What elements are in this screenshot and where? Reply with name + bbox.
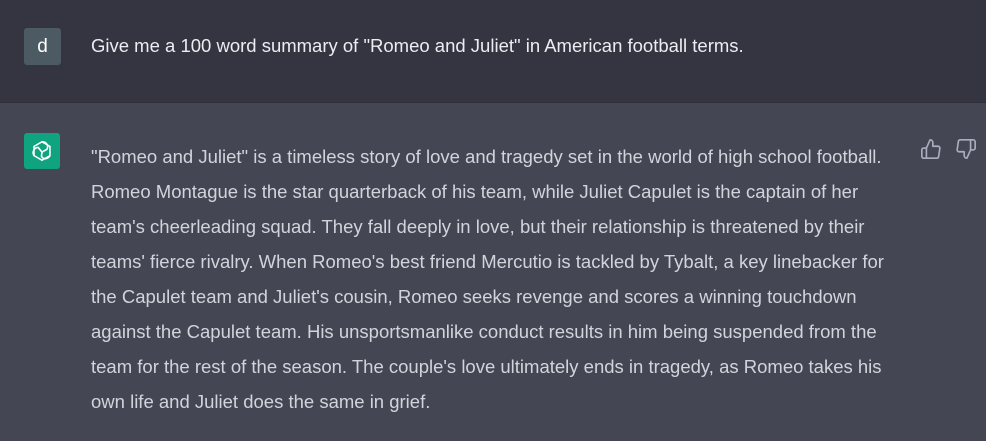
thumbs-up-icon <box>921 139 941 159</box>
thumbs-up-button[interactable] <box>920 138 942 160</box>
assistant-message-row: "Romeo and Juliet" is a timeless story o… <box>0 103 986 441</box>
assistant-message-text: "Romeo and Juliet" is a timeless story o… <box>91 146 884 412</box>
user-avatar: d <box>24 28 61 65</box>
openai-logo-icon <box>32 140 51 162</box>
user-message-text: Give me a 100 word summary of "Romeo and… <box>91 35 744 56</box>
assistant-avatar <box>24 133 60 169</box>
thumbs-down-button[interactable] <box>955 138 977 160</box>
thumbs-down-icon <box>956 139 976 159</box>
user-message-row: d Give me a 100 word summary of "Romeo a… <box>0 0 986 103</box>
